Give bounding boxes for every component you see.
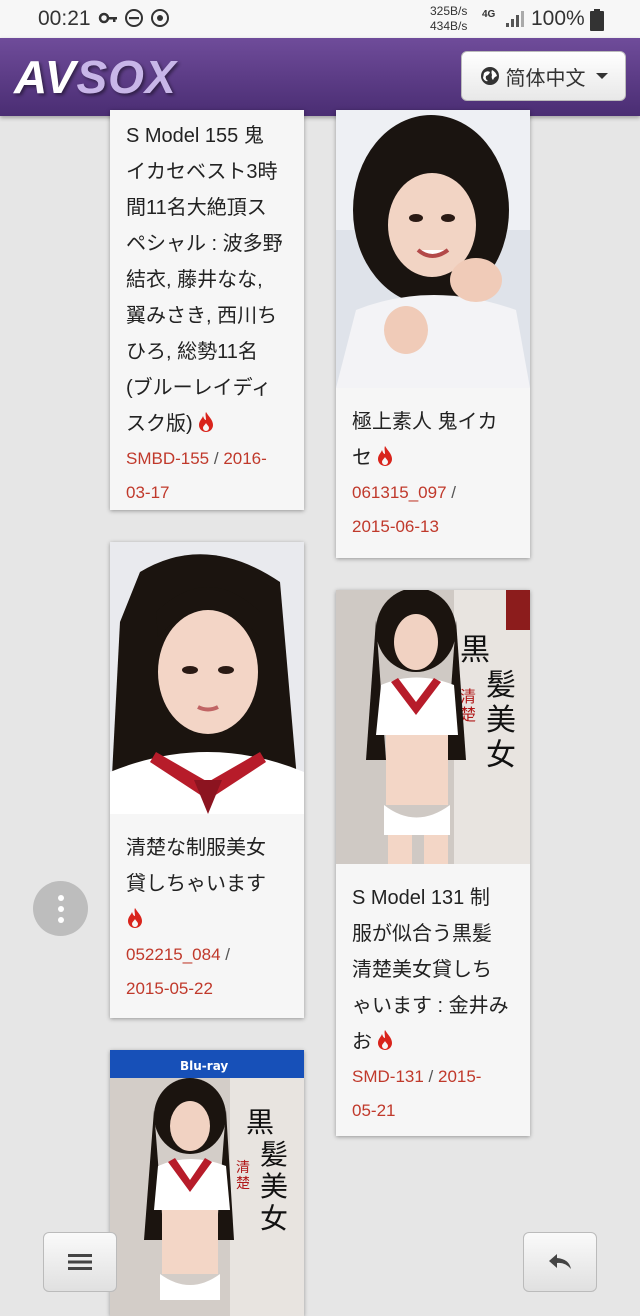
battery-icon bbox=[590, 9, 604, 31]
dnd-icon bbox=[125, 9, 143, 27]
thumbnail-image bbox=[110, 542, 304, 814]
svg-text:髪: 髪 bbox=[260, 1138, 288, 1171]
more-options-button[interactable] bbox=[33, 881, 88, 936]
card-title[interactable]: S Model 131 制 服が似合う黒髪 清楚美女貸しち ゃいます : 金井み… bbox=[336, 864, 530, 1060]
card-meta: SMBD-155 / 2016- 03-17 bbox=[126, 449, 267, 502]
video-card[interactable]: 極上素人 鬼イカ セ 061315_097 / 2015-06-13 bbox=[336, 110, 530, 558]
video-code-link[interactable]: 052215_084 bbox=[126, 945, 221, 964]
video-code-link[interactable]: SMD-131 bbox=[352, 1067, 424, 1086]
network-type: 4G bbox=[482, 9, 496, 20]
fire-icon bbox=[378, 446, 392, 466]
svg-text:黒: 黒 bbox=[246, 1106, 274, 1139]
back-icon bbox=[549, 1254, 571, 1269]
svg-text:美: 美 bbox=[486, 703, 516, 738]
fire-icon bbox=[198, 412, 213, 432]
svg-text:清: 清 bbox=[460, 687, 476, 706]
video-date[interactable]: 2015-06-13 bbox=[352, 517, 439, 536]
svg-text:美: 美 bbox=[260, 1170, 288, 1203]
thumbnail-image: Blu-ray 黒 髪 美 女 清 楚 bbox=[110, 1050, 304, 1316]
status-time: 00:21 bbox=[38, 7, 91, 30]
video-thumbnail[interactable] bbox=[336, 110, 530, 388]
card-meta: 061315_097 / 2015-06-13 bbox=[352, 483, 456, 536]
status-bar: 00:21 325B/s 434B/s 4G 100% bbox=[0, 0, 640, 38]
card-meta: 052215_084 / 2015-05-22 bbox=[126, 945, 230, 998]
svg-text:女: 女 bbox=[260, 1202, 288, 1235]
svg-text:髪: 髪 bbox=[486, 668, 516, 703]
site-header: AVSOX 简体中文 bbox=[0, 38, 640, 116]
svg-text:黒: 黒 bbox=[460, 633, 490, 668]
svg-text:楚: 楚 bbox=[236, 1176, 250, 1192]
thumbnail-image: 黒 髪 美 女 清 楚 bbox=[336, 590, 530, 864]
video-date-cont[interactable]: 03-17 bbox=[126, 483, 169, 502]
menu-button[interactable] bbox=[43, 1232, 117, 1292]
video-date[interactable]: 2015-05-22 bbox=[126, 979, 213, 998]
chevron-down-icon bbox=[595, 73, 608, 79]
card-title[interactable]: 清楚な制服美女 貸しちゃいます bbox=[110, 814, 304, 938]
video-thumbnail[interactable]: Blu-ray 黒 髪 美 女 清 楚 bbox=[110, 1050, 304, 1316]
svg-text:Blu-ray: Blu-ray bbox=[180, 1059, 228, 1073]
back-button[interactable] bbox=[523, 1232, 597, 1292]
svg-text:清: 清 bbox=[236, 1160, 250, 1176]
video-date-cont[interactable]: 05-21 bbox=[352, 1101, 395, 1120]
language-dropdown-button[interactable]: 简体中文 bbox=[461, 51, 626, 101]
svg-text:女: 女 bbox=[486, 738, 516, 773]
speed-up: 325B/s bbox=[430, 4, 468, 18]
sync-icon bbox=[151, 9, 169, 27]
fire-icon bbox=[128, 908, 142, 928]
card-title[interactable]: S Model 155 鬼 イカセベスト3時 間11名大絶頂ス ペシャル : 波… bbox=[110, 110, 304, 442]
card-title[interactable]: 極上素人 鬼イカ セ bbox=[336, 388, 530, 476]
video-card[interactable]: 黒 髪 美 女 清 楚 S Model 131 制 服が似合う黒髪 清楚美女貸し… bbox=[336, 590, 530, 1136]
video-card[interactable]: 清楚な制服美女 貸しちゃいます 052215_084 / 2015-05-22 bbox=[110, 542, 304, 1018]
video-card[interactable]: Blu-ray 黒 髪 美 女 清 楚 bbox=[110, 1050, 304, 1316]
menu-icon bbox=[68, 1254, 92, 1270]
video-code-link[interactable]: SMBD-155 bbox=[126, 449, 209, 468]
speed-down: 434B/s bbox=[430, 19, 468, 33]
thumbnail-image bbox=[336, 110, 530, 388]
logo-sox: SOX bbox=[76, 51, 177, 103]
video-thumbnail[interactable]: 黒 髪 美 女 清 楚 bbox=[336, 590, 530, 864]
more-vertical-icon bbox=[57, 894, 64, 901]
card-meta: SMD-131 / 2015- 05-21 bbox=[352, 1067, 482, 1120]
globe-icon bbox=[480, 67, 499, 85]
language-label: 简体中文 bbox=[505, 67, 586, 90]
video-thumbnail[interactable] bbox=[110, 542, 304, 814]
key-icon bbox=[98, 12, 117, 24]
signal-icon bbox=[506, 11, 524, 27]
video-date[interactable]: 2016- bbox=[223, 449, 266, 468]
video-card[interactable]: S Model 155 鬼 イカセベスト3時 間11名大絶頂ス ペシャル : 波… bbox=[110, 110, 304, 510]
fire-icon bbox=[378, 1030, 392, 1050]
video-date[interactable]: 2015- bbox=[438, 1067, 481, 1086]
video-code-link[interactable]: 061315_097 bbox=[352, 483, 447, 502]
site-logo[interactable]: AVSOX bbox=[14, 50, 177, 104]
logo-av: AV bbox=[14, 51, 77, 103]
battery-level: 100% bbox=[531, 7, 585, 30]
